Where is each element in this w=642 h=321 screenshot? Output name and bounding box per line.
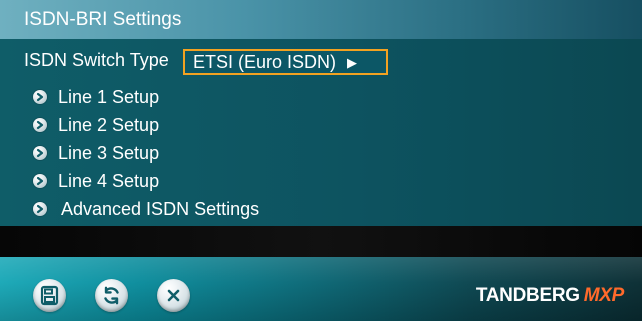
chevron-right-icon	[33, 174, 47, 188]
menu-item-line-2-setup[interactable]: Line 2 Setup	[0, 111, 642, 139]
brand-suffix: MXP	[583, 285, 625, 306]
refresh-button[interactable]	[95, 279, 128, 312]
separator-band	[0, 226, 642, 257]
isdn-switch-type-label: ISDN Switch Type	[24, 50, 169, 70]
isdn-switch-type-row[interactable]: ISDN Switch Type ETSI (Euro ISDN) ▶	[0, 43, 642, 78]
refresh-icon	[104, 286, 119, 305]
page-title: ISDN-BRI Settings	[0, 0, 642, 39]
cancel-button[interactable]	[157, 279, 190, 312]
isdn-switch-type-select[interactable]: ETSI (Euro ISDN) ▶	[183, 49, 388, 75]
chevron-right-icon	[33, 146, 47, 160]
isdn-menu: Line 1 Setup Line 2 Setup Line 3 Setup L…	[0, 83, 642, 223]
menu-item-advanced-isdn-settings[interactable]: Advanced ISDN Settings	[0, 195, 642, 223]
menu-item-label: Line 2 Setup	[58, 115, 160, 135]
brand-logo: TANDBERG MXP	[476, 285, 624, 307]
close-icon	[167, 289, 180, 302]
footer-bar: TANDBERG MXP	[0, 257, 642, 321]
menu-item-label: Line 1 Setup	[58, 87, 160, 107]
save-icon	[40, 285, 59, 306]
isdn-switch-type-value: ETSI (Euro ISDN)	[193, 52, 337, 72]
menu-item-line-3-setup[interactable]: Line 3 Setup	[0, 139, 642, 167]
menu-item-label: Line 3 Setup	[58, 143, 160, 163]
menu-item-label: Line 4 Setup	[58, 171, 160, 191]
brand-main: TANDBERG	[475, 285, 580, 306]
chevron-right-icon	[33, 202, 47, 216]
chevron-right-icon	[33, 90, 47, 104]
menu-item-line-4-setup[interactable]: Line 4 Setup	[0, 167, 642, 195]
play-arrow-icon: ▶	[347, 55, 358, 70]
isdn-bri-settings-screen: ISDN-BRI Settings ISDN Switch Type ETSI …	[0, 0, 642, 321]
save-button[interactable]	[33, 279, 66, 312]
menu-item-line-1-setup[interactable]: Line 1 Setup	[0, 83, 642, 111]
menu-item-label: Advanced ISDN Settings	[61, 199, 260, 219]
chevron-right-icon	[33, 118, 47, 132]
